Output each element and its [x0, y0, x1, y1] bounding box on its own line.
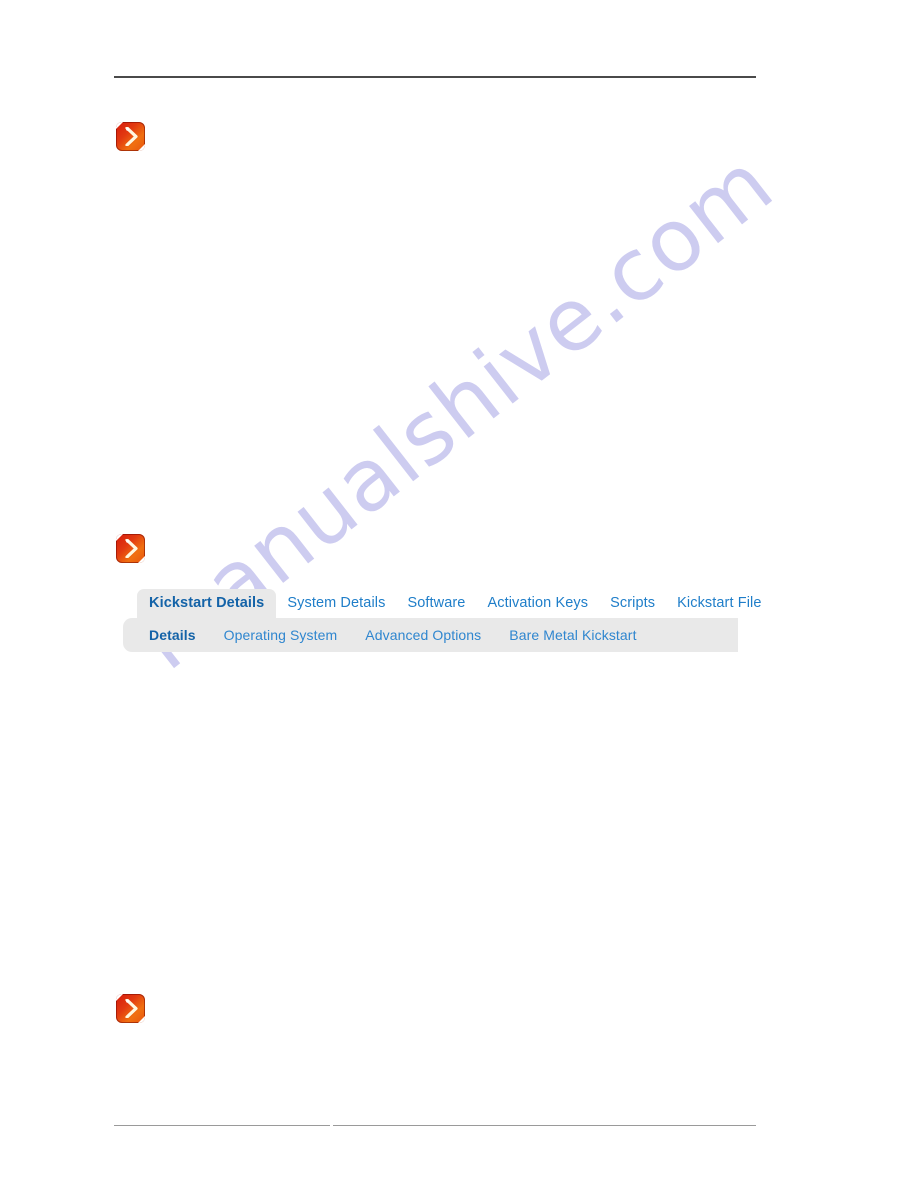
subtab-operating-system[interactable]: Operating System	[210, 628, 352, 642]
footer-rule-left	[114, 1125, 330, 1126]
subtab-advanced-options[interactable]: Advanced Options	[351, 628, 495, 642]
chevron-right-icon	[125, 999, 138, 1018]
tab-label: Kickstart Details	[149, 594, 265, 611]
tab-software[interactable]: Software	[396, 589, 476, 619]
tab-label: Activation Keys	[487, 594, 589, 611]
subtab-label: Advanced Options	[365, 627, 482, 643]
tab-label: Kickstart File	[677, 594, 762, 611]
primary-tab-bar: Kickstart Details System Details Softwar…	[123, 588, 761, 619]
subtab-details[interactable]: Details	[135, 628, 210, 642]
chevron-right-icon	[125, 127, 138, 146]
tab-label: Scripts	[610, 594, 656, 611]
tab-label: Software	[407, 594, 466, 611]
kickstart-tab-widget: Kickstart Details System Details Softwar…	[123, 588, 761, 652]
note-chevron-icon	[116, 534, 145, 563]
tab-scripts[interactable]: Scripts	[599, 589, 666, 619]
header-rule	[114, 76, 756, 78]
tab-system-details[interactable]: System Details	[276, 589, 396, 619]
document-page: manualshive.com Kickstart Details System…	[0, 0, 918, 1188]
tab-activation-keys[interactable]: Activation Keys	[476, 589, 599, 619]
note-chevron-icon	[116, 994, 145, 1023]
footer-rule-right	[333, 1125, 756, 1126]
tab-label: System Details	[287, 594, 386, 611]
note-chevron-icon	[116, 122, 145, 151]
subtab-label: Details	[149, 627, 196, 643]
secondary-tab-bar: Details Operating System Advanced Option…	[123, 618, 738, 652]
chevron-right-icon	[125, 539, 138, 558]
subtab-bare-metal-kickstart[interactable]: Bare Metal Kickstart	[495, 628, 650, 642]
subtab-label: Operating System	[223, 627, 338, 643]
subtab-label: Bare Metal Kickstart	[509, 627, 637, 643]
tab-kickstart-details[interactable]: Kickstart Details	[137, 588, 277, 618]
tab-kickstart-file[interactable]: Kickstart File	[666, 589, 772, 619]
